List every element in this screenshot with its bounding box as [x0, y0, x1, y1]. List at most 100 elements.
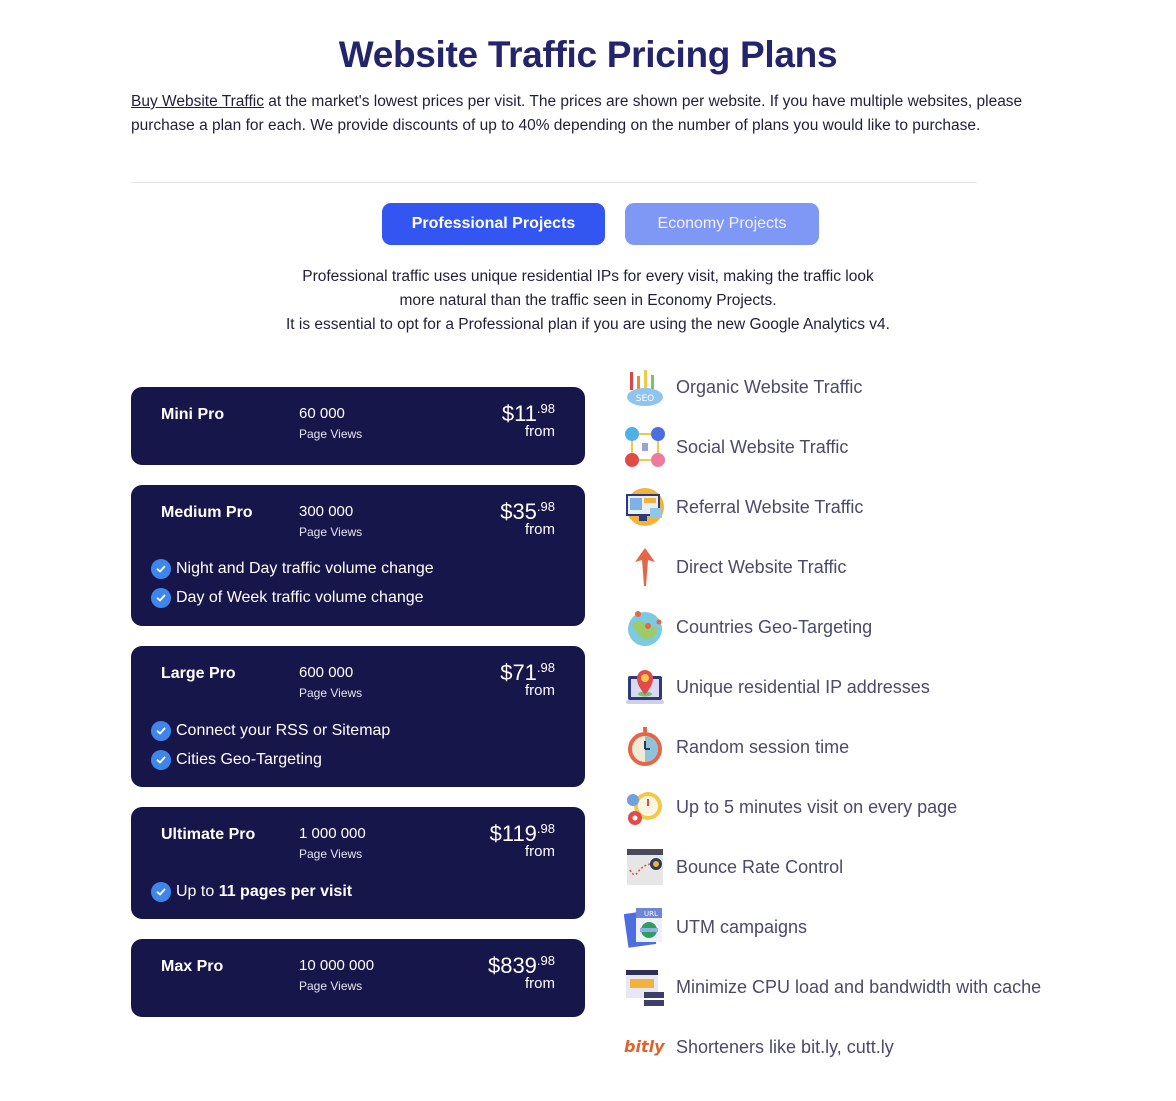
price-cents: .98 [536, 953, 555, 968]
feature-label: Bounce Rate Control [676, 856, 844, 877]
plan-page-views: 600 000 [299, 664, 354, 681]
page-views-label: Page Views [299, 847, 363, 861]
pricing-page: Website Traffic Pricing Plans Buy Websit… [0, 0, 1176, 1101]
page-views-label: Page Views [299, 525, 363, 539]
plan-card-ultimate-pro[interactable]: Ultimate Pro 1 000 000 Page Views $119.9… [131, 807, 585, 919]
feature-label: Referral Website Traffic [676, 496, 864, 517]
price-from-label: from [525, 521, 555, 538]
check-circle-icon [151, 558, 171, 579]
plan-name: Max Pro [161, 958, 224, 975]
plan-feature: Cities Geo-Targeting [151, 745, 390, 774]
page-views-label: Page Views [299, 427, 363, 441]
feature-item: Countries Geo-Targeting [624, 597, 1041, 657]
page-views-label: Page Views [299, 979, 363, 993]
plan-page-views: 60 000 [299, 405, 345, 422]
feature-text: Cities Geo-Targeting [176, 750, 322, 768]
feature-label: Organic Website Traffic [676, 376, 863, 397]
feature-text: Night and Day traffic volume change [176, 559, 434, 577]
check-circle-icon [151, 749, 171, 770]
arrow-up-icon [624, 546, 666, 588]
check-circle-icon [151, 881, 171, 902]
features-list: SEO Organic Website Traffic Social Websi… [624, 357, 1041, 1077]
feature-label: Direct Website Traffic [676, 556, 847, 577]
feature-label: Social Website Traffic [676, 436, 849, 457]
ip-location-icon [624, 666, 666, 708]
plan-feature: Night and Day traffic volume change [151, 554, 434, 583]
seo-cloud-icon: SEO [624, 366, 666, 408]
feature-item: URL UTM campaigns [624, 897, 1041, 957]
intro-paragraph: Buy Website Traffic at the market's lowe… [131, 90, 1041, 138]
price-cents: .98 [536, 821, 555, 836]
plan-name: Mini Pro [161, 406, 225, 423]
globe-pins-icon [624, 606, 666, 648]
plans-list: Mini Pro 60 000 Page Views $11.98 from M… [131, 387, 585, 1037]
feature-item: Minimize CPU load and bandwidth with cac… [624, 957, 1041, 1017]
plan-card-medium-pro[interactable]: Medium Pro 300 000 Page Views $35.98 fro… [131, 485, 585, 626]
plan-features: Connect your RSS or Sitemap Cities Geo-T… [151, 716, 390, 774]
feature-label: Shorteners like bit.ly, cutt.ly [676, 1036, 894, 1057]
project-tabs: Professional Projects Economy Projects [382, 203, 819, 245]
check-circle-icon [151, 720, 171, 741]
plan-description: Professional traffic uses unique residen… [0, 265, 1176, 337]
plan-name: Medium Pro [161, 504, 253, 521]
feature-label: Random session time [676, 736, 850, 757]
feature-emphasis: 11 pages per visit [218, 882, 353, 900]
feature-item: Social Website Traffic [624, 417, 1041, 477]
plan-card-max-pro[interactable]: Max Pro 10 000 000 Page Views $839.98 fr… [131, 939, 585, 1017]
feature-label: Countries Geo-Targeting [676, 616, 873, 637]
plan-features: Up to 11 pages per visit [151, 877, 352, 906]
price-from-label: from [525, 975, 555, 992]
price-cents: .98 [536, 499, 555, 514]
price-from-label: from [525, 682, 555, 699]
price-cents: .98 [536, 401, 555, 416]
description-line: It is essential to opt for a Professiona… [286, 316, 890, 333]
cache-server-icon [624, 966, 666, 1008]
price-from-label: from [525, 843, 555, 860]
plan-card-mini-pro[interactable]: Mini Pro 60 000 Page Views $11.98 from [131, 387, 585, 465]
feature-text: Day of Week traffic volume change [176, 588, 424, 606]
plan-page-views: 10 000 000 [299, 957, 375, 974]
feature-item: Up to 5 minutes visit on every page [624, 777, 1041, 837]
description-line: more natural than the traffic seen in Ec… [399, 292, 777, 309]
plan-card-large-pro[interactable]: Large Pro 600 000 Page Views $71.98 from… [131, 646, 585, 787]
buy-website-traffic-link[interactable]: Buy Website Traffic [131, 93, 264, 110]
feature-label: Minimize CPU load and bandwidth with cac… [676, 976, 1042, 997]
social-media-icon [624, 426, 666, 468]
feature-item: Random session time [624, 717, 1041, 777]
feature-label: Up to 5 minutes visit on every page [676, 796, 958, 817]
feature-item: Bounce Rate Control [624, 837, 1041, 897]
plan-feature: Day of Week traffic volume change [151, 583, 434, 612]
page-views-label: Page Views [299, 686, 363, 700]
url-document-icon: URL [624, 906, 666, 948]
bitly-logo-icon: bitly [624, 1026, 666, 1068]
stopwatch-icon [624, 726, 666, 768]
plan-page-views: 1 000 000 [299, 825, 366, 842]
feature-text: Up to 11 pages per visit [176, 882, 353, 900]
feature-text: Connect your RSS or Sitemap [176, 721, 391, 739]
feature-item: bitly Shorteners like bit.ly, cutt.ly [624, 1017, 1041, 1077]
description-line: Professional traffic uses unique residen… [302, 268, 874, 285]
feature-item: SEO Organic Website Traffic [624, 357, 1041, 417]
bounce-browser-icon [624, 846, 666, 888]
plan-name: Large Pro [161, 665, 236, 682]
feature-item: Unique residential IP addresses [624, 657, 1041, 717]
feature-label: UTM campaigns [676, 916, 808, 937]
plan-name: Ultimate Pro [161, 826, 256, 843]
tab-economy-projects[interactable]: Economy Projects [625, 203, 819, 245]
plan-features: Night and Day traffic volume change Day … [151, 554, 434, 612]
page-title: Website Traffic Pricing Plans [338, 34, 838, 75]
check-circle-icon [151, 587, 171, 608]
plan-feature: Up to 11 pages per visit [151, 877, 352, 906]
price-from-label: from [525, 423, 555, 440]
tab-professional-projects[interactable]: Professional Projects [382, 203, 605, 245]
divider [131, 182, 977, 183]
feature-item: Direct Website Traffic [624, 537, 1041, 597]
timer-gears-icon [624, 786, 666, 828]
referral-monitor-icon [624, 486, 666, 528]
feature-item: Referral Website Traffic [624, 477, 1041, 537]
intro-text: at the market's lowest prices per visit.… [131, 93, 1023, 134]
plan-feature: Connect your RSS or Sitemap [151, 716, 390, 745]
svg-text:bitly: bitly [624, 1037, 665, 1056]
plan-page-views: 300 000 [299, 503, 354, 520]
price-cents: .98 [536, 660, 555, 675]
